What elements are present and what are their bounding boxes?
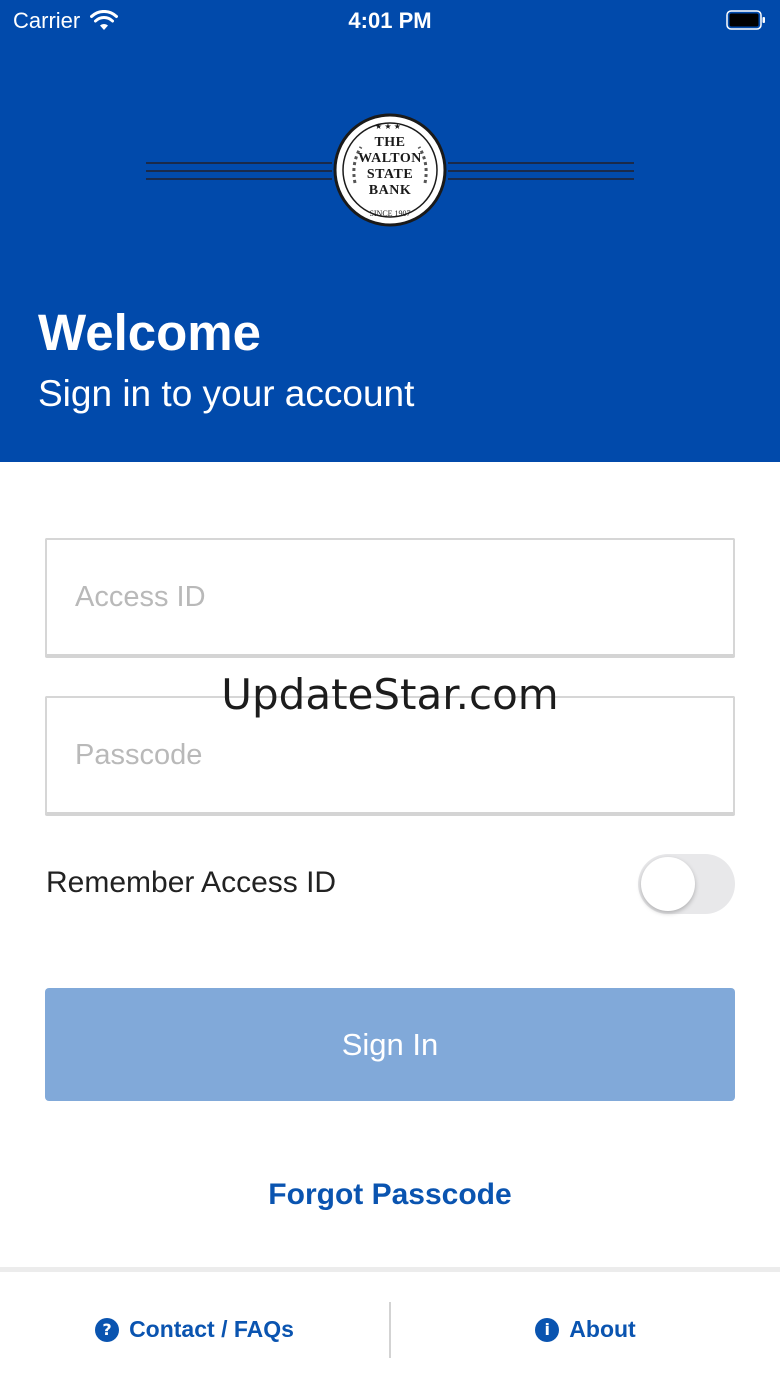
login-screen: Carrier 4:01 PM ★ ★ ★ THE WALTON STATE B…	[0, 0, 780, 1387]
header: Carrier 4:01 PM ★ ★ ★ THE WALTON STATE B…	[0, 0, 780, 462]
status-bar: Carrier 4:01 PM	[0, 0, 780, 40]
question-circle-icon: ?	[95, 1317, 120, 1342]
info-circle-icon: i	[535, 1317, 560, 1342]
seal-line-3: STATE	[366, 167, 414, 182]
remember-access-id-toggle[interactable]	[638, 854, 735, 914]
access-id-input[interactable]	[45, 538, 735, 658]
logo-lines-left	[146, 162, 332, 180]
about-label: About	[569, 1316, 636, 1342]
seal-line-4: BANK	[368, 183, 412, 198]
toggle-knob	[641, 857, 695, 911]
contact-faqs-label: Contact / FAQs	[129, 1316, 294, 1342]
page-subtitle: Sign in to your account	[38, 373, 415, 414]
svg-text:★ ★ ★: ★ ★ ★	[375, 122, 401, 131]
footer: ? Contact / FAQs i About	[0, 1272, 780, 1387]
battery-icon	[726, 10, 765, 30]
seal-since: SINCE 1907	[369, 209, 411, 218]
bank-logo: ★ ★ ★ THE WALTON STATE BANK SINCE 1907	[0, 110, 780, 230]
logo-lines-right	[448, 162, 634, 180]
seal-line-1: THE	[374, 135, 406, 150]
bank-seal: ★ ★ ★ THE WALTON STATE BANK SINCE 1907	[333, 113, 447, 227]
about-link[interactable]: i About	[391, 1272, 780, 1387]
status-time: 4:01 PM	[348, 8, 432, 33]
seal-text: THE WALTON STATE BANK	[333, 135, 447, 199]
sign-in-button[interactable]: Sign In	[45, 988, 735, 1101]
seal-line-2: WALTON	[358, 151, 422, 166]
passcode-input[interactable]	[45, 696, 735, 816]
remember-access-id-label: Remember Access ID	[46, 866, 337, 899]
forgot-passcode-link[interactable]: Forgot Passcode	[0, 1178, 780, 1212]
page-title: Welcome	[38, 304, 261, 361]
contact-faqs-link[interactable]: ? Contact / FAQs	[0, 1272, 389, 1387]
